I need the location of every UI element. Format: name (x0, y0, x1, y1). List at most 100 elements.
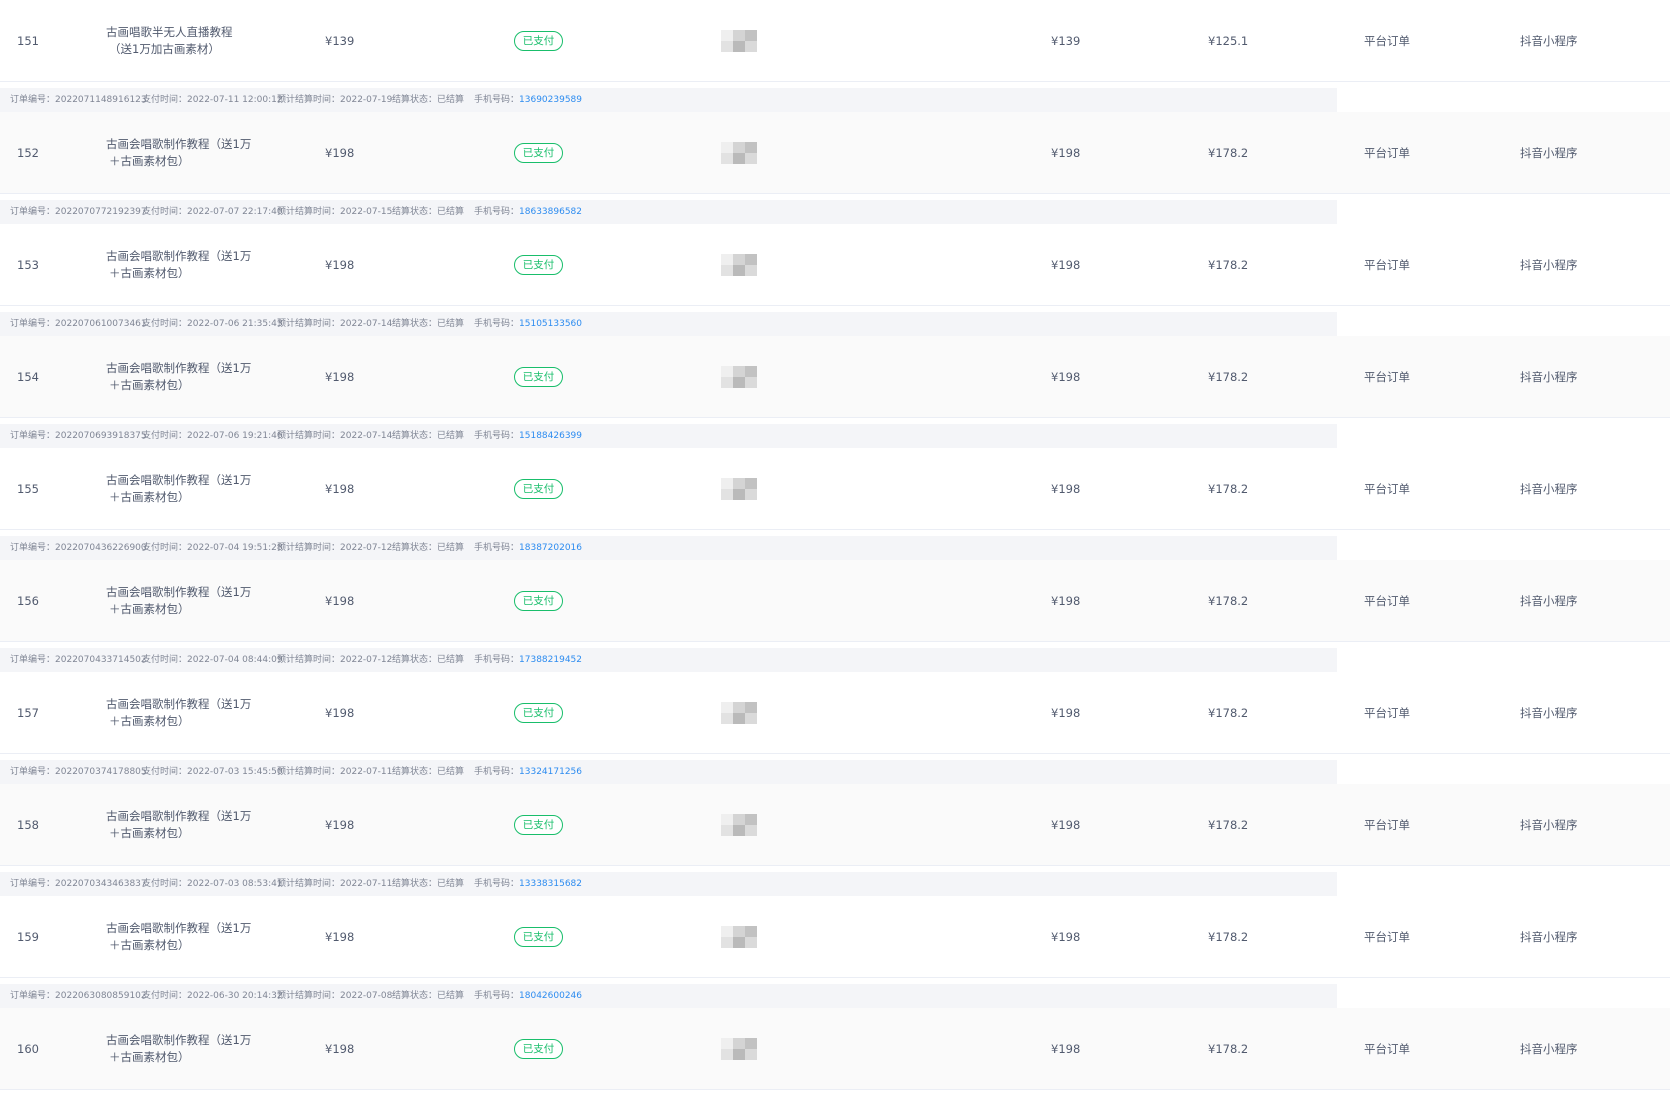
order-meta-row: 订单编号：2022070436226900 支付时间：2022-07-04 19… (0, 530, 1670, 560)
order-row: 152 古画会唱歌制作教程（送1万 ＋古画素材包） ¥198 已支付 ¥198 … (0, 112, 1670, 194)
mosaic-block (721, 152, 733, 164)
order-source: 抖音小程序 (1520, 705, 1578, 720)
product-name: 古画会唱歌制作教程（送1万 ＋古画素材包） (106, 472, 251, 506)
paid-amount: ¥139 (1051, 33, 1081, 48)
pay-time: 支付时间：2022-07-04 08:44:09 (142, 648, 283, 672)
pay-time: 支付时间：2022-07-06 21:35:43 (142, 312, 283, 336)
mosaic-block (745, 936, 757, 948)
order-type: 平台订单 (1364, 33, 1410, 48)
paid-amount: ¥198 (1051, 145, 1081, 160)
mosaic-block (721, 824, 733, 836)
order-row: 157 古画会唱歌制作教程（送1万 ＋古画素材包） ¥198 已支付 ¥198 … (0, 672, 1670, 754)
mosaic-block (721, 365, 733, 377)
product-price: ¥198 (325, 481, 355, 496)
order-meta-bar: 订单编号：2022070433714502 支付时间：2022-07-04 08… (0, 648, 1337, 672)
mosaic-block (721, 376, 733, 388)
product-name: 古画会唱歌制作教程（送1万 ＋古画素材包） (106, 920, 251, 954)
order-number: 订单编号：2022070433714502 (10, 648, 147, 672)
phone-number: 手机号码：13324171256 (474, 760, 582, 784)
status-badge: 已支付 (514, 814, 563, 835)
product-name-line1: 古画会唱歌制作教程（送1万 (106, 472, 252, 487)
product-name-line1: 古画会唱歌制作教程（送1万 (106, 248, 252, 263)
order-number-label: 订单编号： (10, 543, 56, 553)
mosaic-block (745, 253, 757, 265)
product-name-line1: 古画会唱歌制作教程（送1万 (106, 696, 252, 711)
estimated-settle-value: 2022-07-12 (340, 543, 393, 553)
pay-time-value: 2022-06-30 20:14:32 (187, 991, 283, 1001)
mosaic-block (745, 40, 757, 52)
pay-time: 支付时间：2022-07-11 12:00:12 (142, 88, 283, 112)
product-name-line1: 古画唱歌半无人直播教程 (106, 24, 233, 39)
product-price: ¥198 (325, 369, 355, 384)
order-meta-row: 订单编号：2022070433714502 支付时间：2022-07-04 08… (0, 642, 1670, 672)
settlement-amount: ¥178.2 (1208, 257, 1249, 272)
order-row: 154 古画会唱歌制作教程（送1万 ＋古画素材包） ¥198 已支付 ¥198 … (0, 336, 1670, 418)
phone-number: 手机号码：13690239589 (474, 88, 582, 112)
order-meta-row: 订单编号：2022070772192397 支付时间：2022-07-07 22… (0, 194, 1670, 224)
pay-time-value: 2022-07-04 19:51:28 (187, 543, 283, 553)
phone-number: 手机号码：15188426399 (474, 424, 582, 448)
order-number-label: 订单编号： (10, 655, 56, 665)
phone-number-link[interactable]: 13338315682 (519, 879, 582, 889)
masked-buyer-avatar (721, 1037, 757, 1060)
phone-number-link[interactable]: 18387202016 (519, 543, 582, 553)
estimated-settle-label: 预计结算时间： (277, 319, 341, 329)
settle-status-value: 已结算 (437, 207, 465, 217)
order-source: 抖音小程序 (1520, 481, 1578, 496)
paid-amount: ¥198 (1051, 481, 1081, 496)
product-price: ¥198 (325, 817, 355, 832)
order-row: 155 古画会唱歌制作教程（送1万 ＋古画素材包） ¥198 已支付 ¥198 … (0, 448, 1670, 530)
paid-amount: ¥198 (1051, 1041, 1081, 1056)
order-number-label: 订单编号： (10, 431, 56, 441)
estimated-settle-time: 预计结算时间：2022-07-12 (277, 536, 392, 560)
product-price: ¥198 (325, 929, 355, 944)
paid-amount: ¥198 (1051, 705, 1081, 720)
mosaic-block (745, 29, 757, 41)
estimated-settle-label: 预计结算时间： (277, 95, 341, 105)
phone-number-link[interactable]: 13324171256 (519, 767, 582, 777)
estimated-settle-value: 2022-07-08 (340, 991, 393, 1001)
order-meta-bar: 订单编号：2022070772192397 支付时间：2022-07-07 22… (0, 200, 1337, 224)
settle-status-value: 已结算 (437, 991, 465, 1001)
settle-status-label: 结算状态： (392, 767, 438, 777)
status-badge: 已支付 (514, 590, 563, 611)
order-meta-bar: 订单编号：2022070374178805 支付时间：2022-07-03 15… (0, 760, 1337, 784)
phone-number-label: 手机号码： (474, 319, 520, 329)
phone-number-link[interactable]: 18633896582 (519, 207, 582, 217)
order-source: 抖音小程序 (1520, 1041, 1578, 1056)
phone-number: 手机号码：13338315682 (474, 872, 582, 896)
mosaic-block (733, 1048, 745, 1060)
mosaic-block (745, 813, 757, 825)
phone-number-link[interactable]: 17388219452 (519, 655, 582, 665)
order-number-value: 2022070610073461 (55, 319, 147, 329)
phone-number-link[interactable]: 15188426399 (519, 431, 582, 441)
settle-status-value: 已结算 (437, 879, 465, 889)
settle-status-label: 结算状态： (392, 207, 438, 217)
phone-number-link[interactable]: 13690239589 (519, 95, 582, 105)
masked-buyer-avatar (721, 701, 757, 724)
estimated-settle-label: 预计结算时间： (277, 879, 341, 889)
pay-time-label: 支付时间： (142, 879, 188, 889)
product-name-line1: 古画会唱歌制作教程（送1万 (106, 136, 252, 151)
product-name-line1: 古画会唱歌制作教程（送1万 (106, 1032, 252, 1047)
order-meta-bar: 订单编号：2022063080859102 支付时间：2022-06-30 20… (0, 984, 1337, 1008)
order-source: 抖音小程序 (1520, 929, 1578, 944)
phone-number-link[interactable]: 15105133560 (519, 319, 582, 329)
pay-time: 支付时间：2022-07-04 19:51:28 (142, 536, 283, 560)
row-index: 156 (17, 593, 39, 608)
mosaic-block (733, 152, 745, 164)
pay-time: 支付时间：2022-07-03 15:45:50 (142, 760, 283, 784)
product-name-line2: ＋古画素材包） (109, 265, 190, 280)
order-number: 订单编号：2022070693918375 (10, 424, 147, 448)
order-type: 平台订单 (1364, 817, 1410, 832)
mosaic-block (745, 1037, 757, 1049)
order-number-label: 订单编号： (10, 95, 56, 105)
row-index: 154 (17, 369, 39, 384)
product-name-line1: 古画会唱歌制作教程（送1万 (106, 360, 252, 375)
phone-number-link[interactable]: 18042600246 (519, 991, 582, 1001)
phone-number-label: 手机号码： (474, 879, 520, 889)
order-meta-bar: 订单编号：2022070343463837 支付时间：2022-07-03 08… (0, 872, 1337, 896)
settle-status-value: 已结算 (437, 767, 465, 777)
phone-number-label: 手机号码： (474, 767, 520, 777)
masked-buyer-avatar (721, 813, 757, 836)
